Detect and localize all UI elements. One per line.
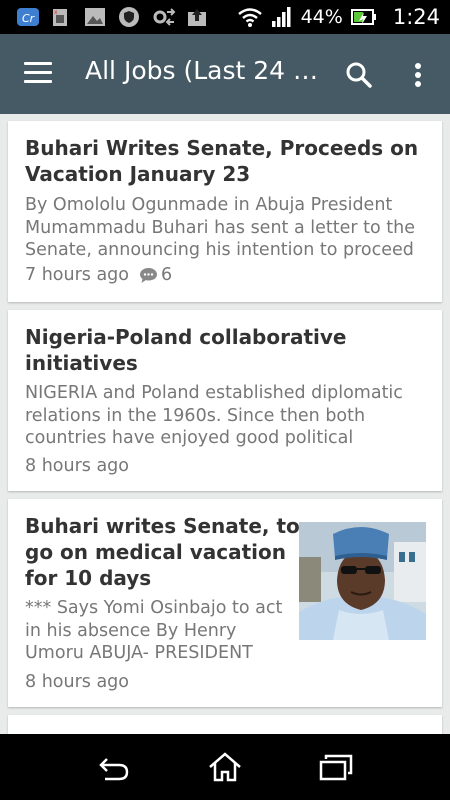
status-bar: Cr x 44% 1:24	[0, 0, 450, 34]
article-thumbnail	[299, 522, 426, 640]
article-title: Buhari Writes Senate, Proceeds on Vacati…	[25, 136, 419, 186]
app-icon: Cr	[16, 6, 39, 28]
article-meta: 8 hours ago	[25, 456, 129, 476]
overflow-menu-button[interactable]	[408, 60, 428, 90]
signal-icon	[271, 6, 293, 28]
image-icon	[84, 6, 106, 28]
back-icon	[99, 758, 129, 781]
menu-button[interactable]	[24, 62, 54, 86]
wifi-icon	[237, 6, 263, 28]
recents-icon	[319, 754, 353, 781]
article-meta: 8 hours ago	[25, 672, 129, 692]
home-button[interactable]	[207, 751, 243, 783]
svg-text:x: x	[54, 9, 58, 16]
article-time: 8 hours ago	[25, 456, 130, 476]
settings-sync-icon	[152, 6, 176, 28]
page-title: All Jobs (Last 24 Hours)	[85, 56, 325, 85]
app-bar: All Jobs (Last 24 Hours)	[0, 34, 450, 114]
article-excerpt: *** Says Yomi Osinbajo to act in his abs…	[25, 598, 283, 663]
article-list: Buhari Writes Senate, Proceeds on Vacati…	[0, 114, 450, 734]
more-vert-icon	[415, 63, 421, 87]
sim-icon: x	[50, 6, 72, 28]
comment-icon	[139, 267, 158, 284]
article-time: 8 hours ago	[25, 672, 130, 692]
article-card[interactable]	[8, 715, 442, 734]
article-meta: 7 hours ago 6	[25, 265, 172, 285]
comment-count: 6	[161, 265, 173, 285]
shield-icon	[118, 6, 140, 28]
svg-text:Cr: Cr	[22, 12, 36, 25]
search-icon	[346, 62, 372, 88]
article-card[interactable]: Buhari writes Senate, to go on medical v…	[8, 499, 442, 707]
article-card[interactable]: Nigeria-Poland collaborative initiatives…	[8, 310, 442, 491]
system-status: 44% 1:24	[237, 0, 440, 34]
battery-percent: 44%	[300, 6, 343, 28]
article-title: Nigeria-Poland collaborative initiatives	[25, 325, 347, 375]
battery-charging-icon	[350, 6, 377, 28]
article-title: Buhari writes Senate, to go on medical v…	[25, 514, 300, 590]
home-icon	[209, 752, 241, 782]
back-button[interactable]	[95, 751, 131, 783]
notification-icons: Cr x	[16, 4, 208, 30]
article-card[interactable]: Buhari Writes Senate, Proceeds on Vacati…	[8, 121, 442, 302]
navigation-bar	[0, 734, 450, 800]
article-excerpt: NIGERIA and Poland established diplomati…	[25, 383, 403, 448]
clock: 1:24	[392, 5, 440, 29]
article-time: 7 hours ago	[25, 265, 130, 285]
article-excerpt: By Omololu Ogunmade in Abuja President M…	[25, 195, 415, 260]
upload-icon	[186, 6, 208, 28]
recents-button[interactable]	[318, 751, 354, 783]
search-button[interactable]	[344, 60, 374, 90]
